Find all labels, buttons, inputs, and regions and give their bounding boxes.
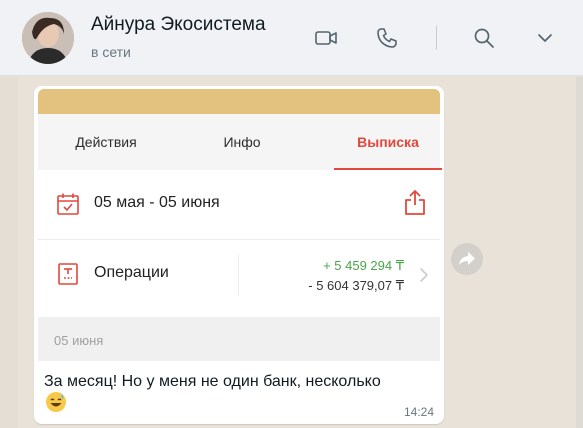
window-edge — [576, 77, 583, 428]
tab-info[interactable]: Инфо — [174, 114, 310, 170]
tab-bar: Действия Инфо Выписка — [38, 114, 442, 170]
search-icon[interactable] — [472, 26, 496, 50]
tab-statement[interactable]: Выписка — [334, 114, 442, 170]
chat-edge — [0, 77, 18, 428]
video-call-icon[interactable] — [314, 26, 338, 50]
message-time: 14:24 — [403, 405, 434, 419]
tab-actions[interactable]: Действия — [38, 114, 174, 170]
avatar[interactable] — [22, 12, 74, 64]
contact-name[interactable]: Айнура Экосистема — [91, 14, 266, 36]
contact-status: в сети — [91, 44, 131, 60]
operations-row[interactable]: Операции + 5 459 294 ₸ - 5 604 379,07 ₸ — [38, 240, 440, 310]
incoming-amount: + 5 459 294 ₸ — [323, 258, 404, 273]
outgoing-amount: - 5 604 379,07 ₸ — [308, 278, 404, 293]
date-row: 05 июня — [38, 317, 440, 361]
chevron-right-icon[interactable] — [418, 266, 430, 284]
forward-button[interactable] — [451, 243, 483, 275]
period-label: 05 мая - 05 июня — [94, 194, 220, 211]
operations-divider — [238, 254, 239, 296]
phone-icon[interactable] — [375, 26, 399, 50]
operations-label: Операции — [94, 264, 169, 281]
message-bubble[interactable]: Действия Инфо Выписка 05 мая - 05 июня О… — [34, 86, 444, 424]
chevron-down-icon[interactable] — [533, 26, 557, 50]
grinning-sweat-emoji — [45, 391, 67, 413]
image-preview-banner[interactable] — [38, 89, 440, 114]
date-label: 05 июня — [54, 333, 104, 348]
receipt-icon — [56, 262, 80, 286]
header-divider — [436, 26, 437, 50]
chat-header: Айнура Экосистема в сети — [0, 0, 583, 76]
period-row[interactable]: 05 мая - 05 июня — [38, 170, 440, 240]
calendar-icon — [56, 192, 80, 216]
message-text: За месяц! Но у меня не один банк, нескол… — [44, 373, 381, 390]
share-icon[interactable] — [402, 188, 428, 216]
